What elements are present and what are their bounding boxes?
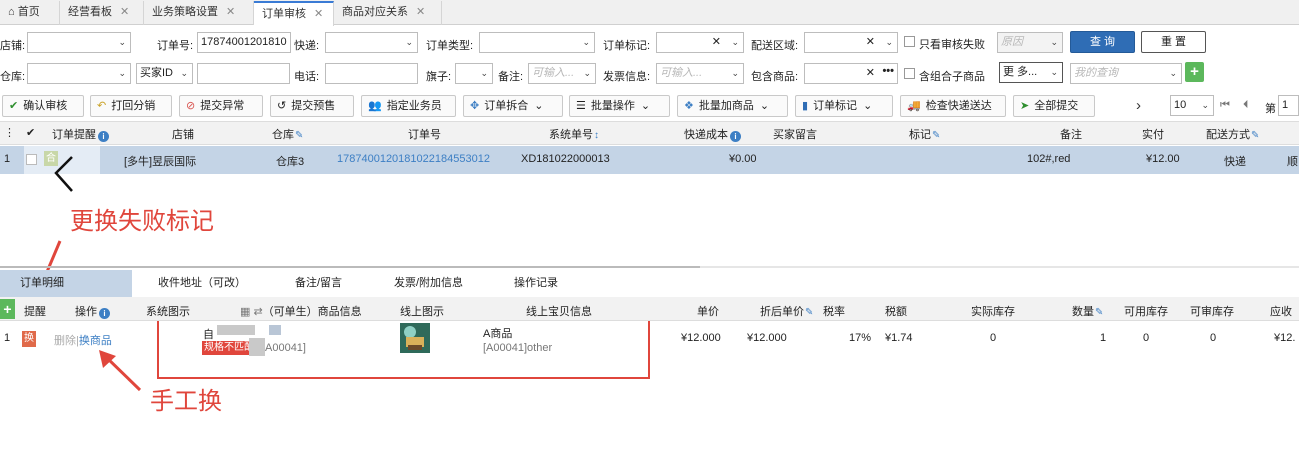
info-icon: i bbox=[99, 308, 110, 319]
thumbnail-image-icon bbox=[400, 323, 430, 353]
item-qty[interactable]: 1 bbox=[1100, 332, 1106, 344]
annotation-top-text: 更换失败标记 bbox=[70, 207, 214, 235]
item-actions: 删除|换商品 bbox=[54, 332, 112, 348]
replaced-badge: 换 bbox=[22, 331, 36, 347]
item-price: ¥12.000 bbox=[681, 332, 721, 344]
add-item-button[interactable]: + bbox=[0, 299, 15, 319]
item-discount-price: ¥12.000 bbox=[747, 332, 787, 344]
item-actual-stock: 0 bbox=[990, 332, 997, 344]
sort-icon: ▦ ⇄ bbox=[240, 306, 263, 318]
chevron-left-mark bbox=[54, 156, 73, 192]
dcol-actual-stock[interactable]: 实际库存 bbox=[971, 303, 1015, 319]
header-label: 折后单价 bbox=[760, 306, 804, 318]
item-available: 0 bbox=[1143, 332, 1150, 344]
item-receivable: ¥12. bbox=[1274, 332, 1296, 344]
online-goods-image[interactable] bbox=[400, 323, 430, 353]
header-label: （可单生）商品信息 bbox=[262, 306, 362, 318]
dcol-available[interactable]: 可用库存 bbox=[1124, 303, 1168, 319]
detail-row-index: 1 bbox=[4, 332, 11, 344]
spec-mismatch-badge: 规格不匹配 bbox=[202, 341, 256, 355]
blurred-goods-name-2 bbox=[269, 325, 281, 335]
dcol-price[interactable]: 单价 bbox=[697, 303, 719, 319]
dcol-reminder[interactable]: 提醒 bbox=[24, 303, 46, 319]
online-goods-name[interactable]: A商品 bbox=[483, 325, 512, 341]
detail-tab-address[interactable]: 收件地址（可改） bbox=[158, 270, 246, 297]
detail-tab-items[interactable]: 订单明细 bbox=[20, 270, 64, 297]
dcol-tax-rate[interactable]: 税率 bbox=[823, 303, 845, 319]
online-goods-code: [A00041]other bbox=[483, 342, 553, 354]
detail-tab-log[interactable]: 操作记录 bbox=[514, 270, 558, 297]
item-auditable: 0 bbox=[1210, 332, 1217, 344]
dcol-goods-info[interactable]: ▦ ⇄（可单生）商品信息 bbox=[240, 303, 362, 319]
item-tax-rate: 17% bbox=[849, 332, 872, 344]
dcol-receivable[interactable]: 应收 bbox=[1270, 303, 1292, 319]
dcol-system-image[interactable]: 系统图示 bbox=[146, 303, 190, 319]
dcol-qty[interactable]: 数量✎ bbox=[1072, 303, 1103, 319]
blurred-goods-name bbox=[217, 325, 255, 335]
dcol-online-image[interactable]: 线上图示 bbox=[400, 303, 444, 319]
goods-code: A00041] bbox=[265, 342, 306, 354]
pencil-icon: ✎ bbox=[805, 307, 814, 318]
header-label: 操作 bbox=[75, 306, 97, 318]
pane-splitter[interactable] bbox=[0, 266, 700, 268]
plus-icon: + bbox=[3, 301, 12, 317]
detail-tab-invoice[interactable]: 发票/附加信息 bbox=[394, 270, 463, 297]
item-tax: ¥1.74 bbox=[885, 332, 913, 344]
detail-grid-header bbox=[0, 297, 1299, 321]
dcol-tax[interactable]: 税额 bbox=[885, 303, 907, 319]
pencil-icon: ✎ bbox=[1095, 307, 1104, 318]
replace-goods-link[interactable]: 换商品 bbox=[79, 335, 112, 347]
annotation-bottom-text: 手工换 bbox=[150, 387, 222, 415]
delete-link[interactable]: 删除 bbox=[54, 335, 76, 347]
blurred-goods-code bbox=[249, 338, 265, 356]
dcol-auditable[interactable]: 可审库存 bbox=[1190, 303, 1234, 319]
pane-splitter-rest bbox=[700, 266, 1299, 268]
dcol-online-info[interactable]: 线上宝贝信息 bbox=[526, 303, 592, 319]
dcol-discount-price[interactable]: 折后单价✎ bbox=[760, 303, 813, 319]
header-label: 数量 bbox=[1072, 306, 1094, 318]
goods-name: 自 bbox=[203, 329, 214, 341]
detail-tab-remarks[interactable]: 备注/留言 bbox=[295, 270, 342, 297]
dcol-operation[interactable]: 操作 i bbox=[75, 303, 110, 319]
